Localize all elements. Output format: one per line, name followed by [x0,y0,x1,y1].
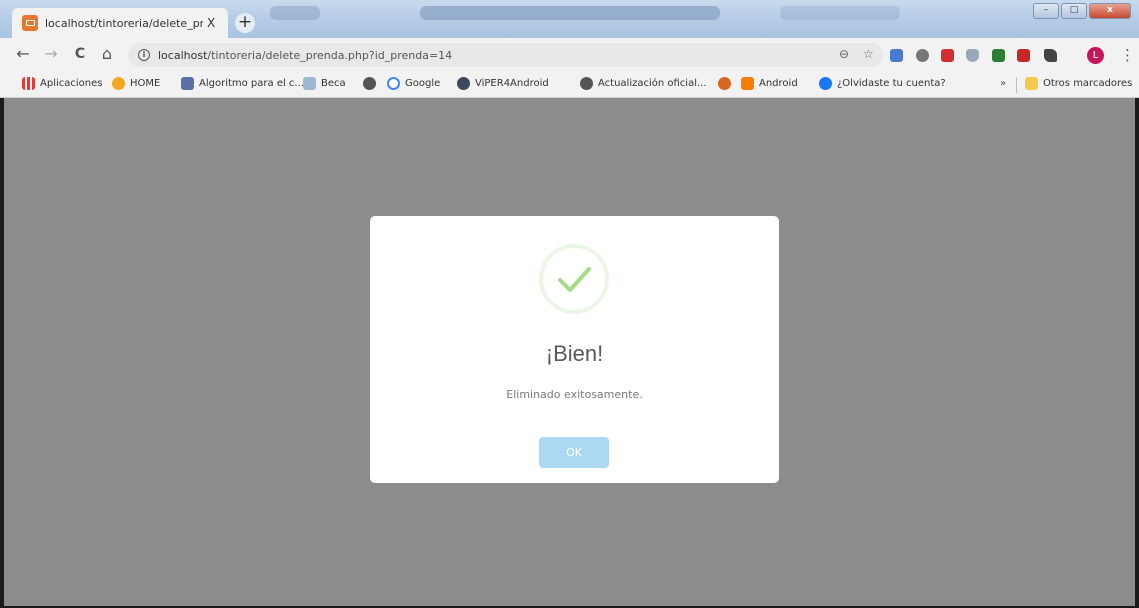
url-host: localhost [158,48,208,62]
bookmark-actualizacion[interactable]: Actualización oficial... [580,77,707,90]
viper-icon [457,77,470,90]
bookmark-globe[interactable] [363,77,381,90]
globe-icon [580,77,593,90]
blogger-icon [741,77,754,90]
extensions-puzzle-icon[interactable] [1044,49,1057,62]
window-close-button[interactable]: x [1089,3,1131,19]
bookmarks-separator [1016,77,1017,93]
minimize-button[interactable]: – [1033,3,1059,19]
bookmark-viper4android[interactable]: ViPER4Android [457,77,549,90]
site-info-icon[interactable]: i [138,49,150,61]
extension-pdf-icon[interactable] [941,49,954,62]
extension-red-icon[interactable] [1017,49,1030,62]
background-window-title-blur [420,6,720,20]
address-bar[interactable]: i localhost/tintoreria/delete_prenda.php… [128,43,883,67]
bookmarks-bar: Aplicaciones HOME Algoritmo para el c...… [0,72,1139,98]
bookmark-aplicaciones[interactable]: Aplicaciones [22,77,102,90]
page-overlay: ¡Bien! Eliminado exitosamente. OK [0,98,1139,608]
bookmark-algoritmo[interactable]: Algoritmo para el c... [181,77,304,90]
window-edge [0,98,4,608]
new-tab-button[interactable]: + [235,13,255,33]
bookmark-beca[interactable]: Beca [303,77,346,90]
facebook-icon [819,77,832,90]
browser-menu-icon[interactable]: ⋮ [1120,46,1135,64]
orange-icon [718,77,731,90]
bookmark-olvidaste[interactable]: ¿Olvidaste tu cuenta? [819,77,946,90]
page-favicon [22,15,38,31]
home-bookmark-icon [112,77,125,90]
url-path: /tintoreria/delete_prenda.php?id_prenda=… [207,48,453,62]
checkmark-icon [558,267,591,292]
profile-avatar[interactable]: L [1087,47,1104,64]
success-check-icon [539,244,609,314]
reload-icon[interactable]: C [69,43,91,65]
beca-icon [303,77,316,90]
home-icon[interactable]: ⌂ [96,43,118,65]
forward-icon[interactable]: → [40,43,62,65]
doc-icon [181,77,194,90]
tab-title: localhost/tintoreria/delete_prenc [45,16,203,30]
success-dialog: ¡Bien! Eliminado exitosamente. OK [370,216,779,483]
maximize-button[interactable]: □ [1061,3,1087,19]
extension-translate-icon[interactable] [890,49,903,62]
zoom-icon[interactable]: ⊖ [839,47,849,61]
active-tab[interactable]: localhost/tintoreria/delete_prenc X [12,8,228,38]
window-controls: – □ x [1033,3,1131,19]
bookmark-home[interactable]: HOME [112,77,160,90]
url-text[interactable]: localhost/tintoreria/delete_prenda.php?i… [158,49,452,62]
bookmark-otros-marcadores[interactable]: Otros marcadores [1025,77,1132,90]
dialog-message: Eliminado exitosamente. [506,388,643,401]
bookmark-android[interactable]: Android [741,77,798,90]
globe-icon [363,77,376,90]
browser-titlebar: localhost/tintoreria/delete_prenc X + – … [0,0,1139,38]
bookmark-orange[interactable] [718,77,736,90]
google-icon [387,77,400,90]
background-window-blur [270,6,320,20]
window-edge [1135,98,1139,608]
back-icon[interactable]: ← [12,43,34,65]
tab-close-icon[interactable]: X [207,16,215,30]
ok-button[interactable]: OK [539,437,609,468]
extension-circle-icon[interactable] [916,49,929,62]
dialog-title: ¡Bien! [545,341,604,366]
bookmarks-overflow-button[interactable]: » [1000,78,1006,89]
extension-green-icon[interactable] [992,49,1005,62]
folder-icon [1025,77,1038,90]
bookmark-star-icon[interactable]: ☆ [863,47,874,61]
browser-toolbar: ← → C ⌂ i localhost/tintoreria/delete_pr… [0,38,1139,72]
background-window-blur [780,6,900,20]
bookmark-google[interactable]: Google [387,77,440,90]
apps-grid-icon [22,77,35,90]
extension-shield-icon[interactable] [966,49,979,62]
